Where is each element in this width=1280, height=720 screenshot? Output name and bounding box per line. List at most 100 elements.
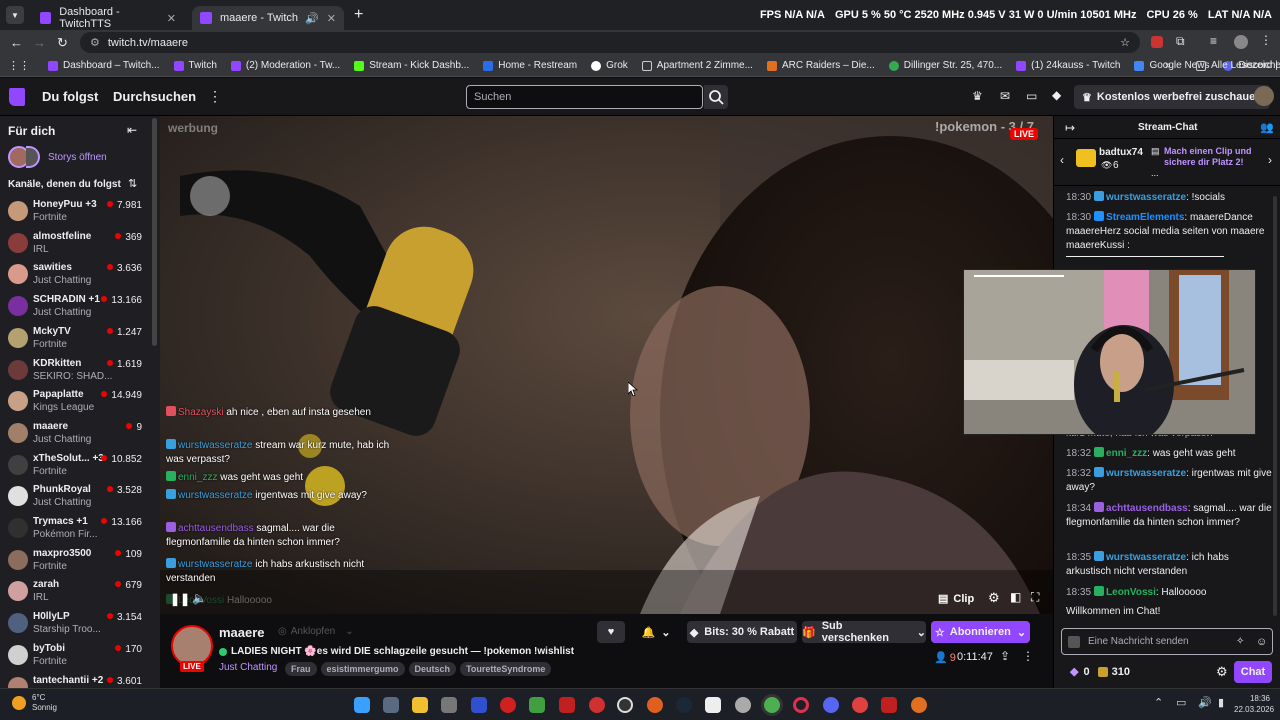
chat-user[interactable]: wurstwasseratze <box>1106 552 1186 563</box>
bookmark[interactable]: Home - Restream <box>483 60 577 71</box>
collapse-chat-icon[interactable]: ↦ <box>1065 121 1075 135</box>
sidebar-channel[interactable]: HoneyPuu +3 Fortnite 7.981 <box>0 196 150 227</box>
sidebar-channel[interactable]: MckyTV Fortnite 1.247 <box>0 323 150 354</box>
category-link[interactable]: Just Chatting <box>219 662 277 673</box>
more-icon[interactable]: ⋮ <box>1022 649 1034 663</box>
knock-button[interactable]: ◎ Anklopfen ⌄ <box>278 626 354 637</box>
app-red-square-icon[interactable] <box>881 697 897 713</box>
all-bookmarks[interactable]: Alle Lesezeichen <box>1196 60 1280 71</box>
tab-maaere[interactable]: maaere - Twitch 🔊 ✕ <box>192 6 344 30</box>
bits-icon[interactable]: ◆ <box>1052 88 1061 102</box>
app-white-icon[interactable] <box>705 697 721 713</box>
tag[interactable]: TouretteSyndrome <box>460 662 552 676</box>
chat-user[interactable]: wurstwasseratze <box>1106 468 1186 479</box>
sidebar-scrollbar[interactable] <box>152 118 157 346</box>
reload-icon[interactable]: ↻ <box>57 35 68 51</box>
menu-icon[interactable]: ⋮ <box>1260 33 1272 47</box>
users-icon[interactable]: 👥 <box>1260 121 1274 134</box>
firefox-icon[interactable] <box>911 697 927 713</box>
media-icon[interactable]: ≡ <box>1210 34 1217 48</box>
bookmark[interactable]: ARC Raiders – Die... <box>766 60 875 71</box>
app-colorful-icon[interactable] <box>529 697 545 713</box>
bookmark[interactable]: (2) Moderation - Tw... <box>230 60 340 71</box>
settings-icon[interactable]: ⚙ <box>988 590 1000 606</box>
close-icon[interactable]: ✕ <box>167 12 176 25</box>
puzzle-icon[interactable]: ⧉ <box>1176 34 1185 49</box>
channel-points[interactable]: ◆ 0 310 <box>1070 665 1130 679</box>
battery-icon[interactable]: ▮ <box>1218 696 1224 709</box>
user-avatar[interactable] <box>1254 86 1274 106</box>
sidebar-channel[interactable]: Papaplatte Kings League 14.949 <box>0 386 150 417</box>
hype-banner[interactable]: ‹ badtux74 👁 6 ▤ Mach einen Clip und sic… <box>1054 138 1280 186</box>
sidebar-channel[interactable]: sawities Just Chatting 3.636 <box>0 259 150 290</box>
share-icon[interactable]: ⇪ <box>1000 649 1010 663</box>
mouse-app-icon[interactable] <box>441 697 457 713</box>
inbox-icon[interactable]: ✉ <box>1000 89 1010 103</box>
bookmark[interactable]: Dashboard – Twitch... <box>48 60 160 71</box>
bits-discount-button[interactable]: ◆ Bits: 30 % Rabatt <box>687 621 797 643</box>
chat-user[interactable]: achttausendbass <box>1106 503 1188 514</box>
chat-scrollbar[interactable] <box>1273 196 1277 616</box>
whisper-icon[interactable]: ▭ <box>1026 89 1037 103</box>
profile-avatar[interactable] <box>1234 35 1248 49</box>
tag[interactable]: Deutsch <box>408 662 457 676</box>
chat-user[interactable]: wurstwasseratze <box>1106 192 1186 203</box>
sidebar-channel[interactable]: maaere Just Chatting 9 <box>0 418 150 449</box>
weather-widget[interactable]: 6°C Sonnig <box>12 693 57 713</box>
more-icon[interactable]: ⋮ <box>208 88 222 105</box>
more-bookmarks-icon[interactable]: » <box>1165 60 1171 71</box>
twitch-logo[interactable] <box>9 88 25 106</box>
apps-icon[interactable]: ⋮⋮ <box>8 59 30 72</box>
app-red-square-icon[interactable] <box>559 697 575 713</box>
channel-name[interactable]: maaere <box>219 625 265 640</box>
app-gear-icon[interactable] <box>735 697 751 713</box>
star-icon[interactable]: ☆ <box>1120 36 1130 49</box>
address-bar[interactable]: ⚙ twitch.tv/maaere ☆ <box>80 32 1140 53</box>
site-info-icon[interactable]: ⚙ <box>90 36 100 49</box>
fullscreen-icon[interactable]: ⛶ <box>1031 590 1039 605</box>
sidebar-channel[interactable]: PhunkRoyal Just Chatting 3.528 <box>0 481 150 512</box>
windows-start-icon[interactable] <box>354 697 370 713</box>
close-icon[interactable]: ✕ <box>327 12 336 25</box>
vscode-like-icon[interactable] <box>471 697 487 713</box>
notifications-button[interactable]: 🔔 ⌄ <box>638 621 674 643</box>
obs-icon[interactable] <box>617 697 633 713</box>
volume-icon[interactable]: 🔈 <box>192 591 207 605</box>
speaker-icon[interactable]: 🔊 <box>305 12 319 25</box>
discord-icon[interactable] <box>823 697 839 713</box>
collapse-icon[interactable]: ⇤ <box>127 123 137 137</box>
chat-send-button[interactable]: Chat <box>1234 661 1272 683</box>
search-button[interactable] <box>704 85 728 109</box>
sidebar-channel[interactable]: zarah IRL 679 <box>0 576 150 607</box>
file-explorer-icon[interactable] <box>412 697 428 713</box>
follow-button[interactable]: ♥ <box>597 621 625 643</box>
search-input[interactable]: Suchen <box>466 85 703 109</box>
tab-search-button[interactable]: ▼ <box>6 6 24 24</box>
new-tab-button[interactable]: + <box>354 6 363 24</box>
tray-chevron-icon[interactable]: ⌃ <box>1154 696 1163 709</box>
clip-button[interactable]: ▤ Clip <box>938 592 974 606</box>
chevron-left-icon[interactable]: ‹ <box>1060 153 1064 167</box>
adfree-button[interactable]: ♛ Kostenlos werbefrei zuschauen <box>1074 85 1270 109</box>
bookmark[interactable]: Stream - Kick Dashb... <box>354 60 469 71</box>
back-icon[interactable]: ← <box>10 35 23 50</box>
app-orange-icon[interactable] <box>647 697 663 713</box>
chat-user[interactable]: LeonVossi <box>1106 587 1156 598</box>
chrome-icon[interactable] <box>764 697 780 713</box>
extension-icon[interactable] <box>1151 36 1163 48</box>
sidebar-channel[interactable]: KDRkitten SEKIRO: SHAD... 1.619 <box>0 355 150 386</box>
speaker-icon[interactable]: 🔊 <box>1198 696 1212 709</box>
sidebar-channel[interactable]: maxpro3500 Fortnite 109 <box>0 545 150 576</box>
bookmark[interactable]: Apartment 2 Zimme... <box>641 60 753 71</box>
sidebar-channel[interactable]: SCHRADIN +1 Just Chatting 13.166 <box>0 291 150 322</box>
chevron-right-icon[interactable]: › <box>1268 153 1272 167</box>
clock[interactable]: 18:36 22.03.2026 <box>1234 693 1274 715</box>
chat-user[interactable]: enni_zzz <box>1106 448 1147 459</box>
emoji-icon[interactable]: ☺ <box>1256 636 1267 648</box>
tab-dashboard[interactable]: Dashboard - TwitchTTS ✕ <box>32 6 184 30</box>
nav-browse[interactable]: Durchsuchen <box>113 89 196 104</box>
opera-icon[interactable] <box>793 697 809 713</box>
chat-user[interactable]: StreamElements <box>1106 212 1184 223</box>
sidebar-channel[interactable]: xTheSolut... +3 Fortnite 10.852 <box>0 450 150 481</box>
network-icon[interactable]: ▭ <box>1176 696 1186 709</box>
